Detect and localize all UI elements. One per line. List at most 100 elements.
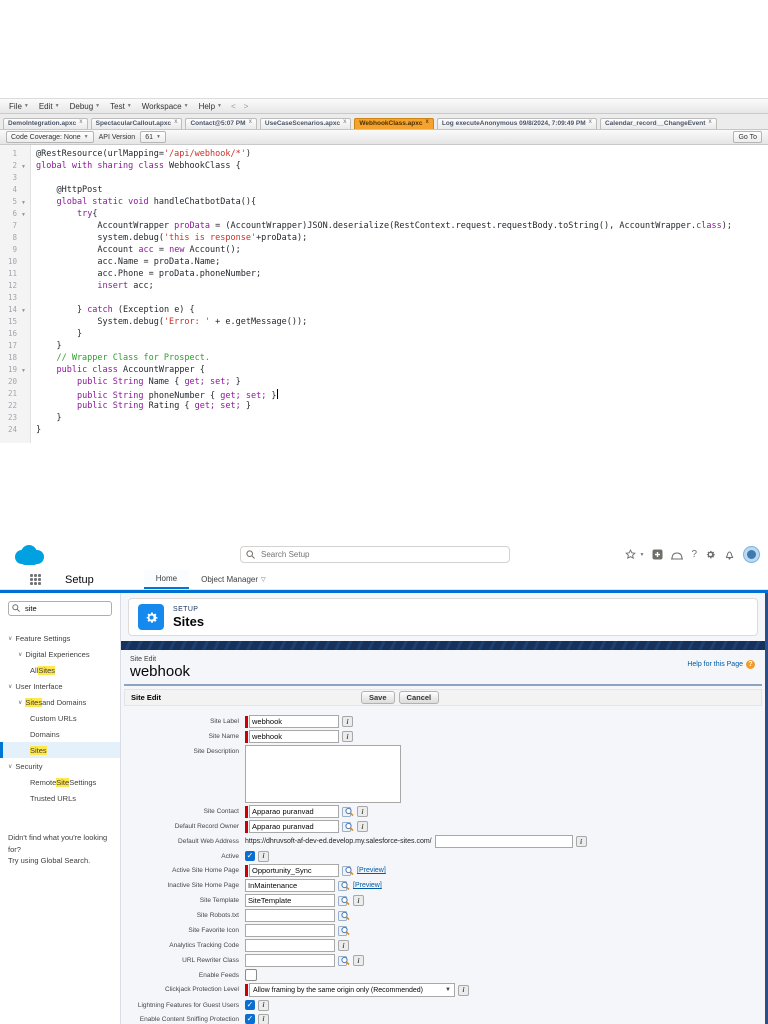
lookup-icon[interactable]: [338, 955, 350, 966]
sidebar-item-domains[interactable]: Domains: [0, 726, 120, 742]
console-tab[interactable]: Calendar_record__ChangeEvent x: [599, 118, 717, 129]
sidebar-item-user-interface[interactable]: ∨ User Interface: [0, 678, 120, 694]
info-icon[interactable]: i: [342, 731, 353, 742]
info-icon[interactable]: i: [575, 836, 587, 847]
sidebar-item-all-sites[interactable]: All Sites: [0, 662, 120, 678]
favorites-caret-icon[interactable]: ▼: [639, 552, 644, 558]
user-avatar[interactable]: [743, 546, 760, 563]
sidebar-item-trusted-urls[interactable]: Trusted URLs: [0, 790, 120, 806]
sidebar-item-feature-settings[interactable]: ∨ Feature Settings: [0, 630, 120, 646]
site-contact-input[interactable]: [249, 805, 339, 818]
inactive-site-home-page-input[interactable]: [245, 879, 335, 892]
active-checkbox[interactable]: ✓: [245, 851, 255, 861]
info-icon[interactable]: i: [357, 821, 368, 832]
nav-forward-arrow[interactable]: >: [240, 102, 253, 111]
lookup-icon[interactable]: [338, 925, 350, 936]
enable-content-sniffing-protection-checkbox[interactable]: ✓: [245, 1014, 255, 1024]
chevron-down-icon[interactable]: ∨: [8, 635, 12, 642]
sidebar-item-security[interactable]: ∨ Security: [0, 758, 120, 774]
menu-workspace[interactable]: Workspace ▼: [137, 102, 194, 111]
trailhead-icon[interactable]: [671, 550, 684, 560]
close-icon[interactable]: x: [343, 119, 346, 125]
lightning-features-for-guest-users-checkbox[interactable]: ✓: [245, 1000, 255, 1010]
menu-help[interactable]: Help ▼: [194, 102, 227, 111]
close-icon[interactable]: x: [589, 119, 592, 125]
fold-arrow-icon[interactable]: ▼: [17, 197, 30, 209]
site-template-input[interactable]: [245, 894, 335, 907]
menu-file[interactable]: File ▼: [4, 102, 34, 111]
info-icon[interactable]: i: [342, 716, 353, 727]
save-button[interactable]: Save: [361, 691, 395, 704]
console-tab[interactable]: WebhookClass.apxc x: [354, 118, 434, 129]
menu-debug[interactable]: Debug ▼: [65, 102, 106, 111]
help-for-this-page-link[interactable]: Help for this Page ?: [687, 660, 755, 669]
app-launcher-waffle-icon[interactable]: [30, 574, 41, 585]
help-icon[interactable]: ?: [691, 549, 697, 560]
sidebar-item-digital-experiences[interactable]: ∨ Digital Experiences: [0, 646, 120, 662]
fold-arrow-icon[interactable]: ▼: [17, 305, 30, 317]
site-favorite-icon-input[interactable]: [245, 924, 335, 937]
info-icon[interactable]: i: [258, 1013, 269, 1024]
tab-home[interactable]: Home: [143, 570, 190, 589]
nav-back-arrow[interactable]: <: [227, 102, 240, 111]
lookup-icon[interactable]: [338, 895, 350, 906]
info-icon[interactable]: i: [353, 895, 364, 906]
sidebar-search-input[interactable]: [23, 603, 108, 614]
add-box-icon[interactable]: [652, 549, 663, 560]
default-record-owner-input[interactable]: [249, 820, 339, 833]
chevron-down-icon[interactable]: ∨: [8, 763, 12, 770]
go-to-button[interactable]: Go To: [733, 131, 762, 143]
close-icon[interactable]: x: [249, 119, 252, 125]
default-web-address-input[interactable]: [434, 835, 573, 848]
lookup-icon[interactable]: [342, 821, 354, 832]
site-name-input[interactable]: [249, 730, 339, 743]
clickjack-protection-level-select[interactable]: Allow framing by the same origin only (R…: [249, 983, 455, 997]
code-editor[interactable]: 1 @RestResource(urlMapping='/api/webhook/…: [0, 145, 768, 443]
preview-link[interactable]: [Preview]: [357, 867, 386, 874]
info-icon[interactable]: i: [258, 850, 269, 862]
sidebar-item-sites-and-domains[interactable]: ∨ Sites and Domains: [0, 694, 120, 710]
fold-arrow-icon[interactable]: ▼: [17, 209, 30, 221]
preview-link[interactable]: [Preview]: [353, 882, 382, 889]
console-tab[interactable]: DemoIntegration.apxc x: [3, 118, 88, 129]
info-icon[interactable]: i: [338, 940, 349, 951]
info-icon[interactable]: i: [258, 999, 269, 1011]
sidebar-item-sites[interactable]: Sites: [0, 742, 120, 758]
code-coverage-dropdown[interactable]: Code Coverage: None ▼: [6, 131, 94, 143]
lookup-icon[interactable]: [342, 806, 354, 817]
lookup-icon[interactable]: [342, 865, 354, 876]
site-robots-txt-input[interactable]: [245, 909, 335, 922]
sidebar-search-box[interactable]: [8, 601, 112, 616]
global-search-box[interactable]: [240, 546, 510, 563]
chevron-down-icon[interactable]: ∨: [8, 683, 12, 690]
enable-feeds-checkbox[interactable]: [245, 969, 257, 981]
site-label-input[interactable]: [249, 715, 339, 728]
api-version-dropdown[interactable]: 61 ▼: [140, 131, 166, 143]
close-icon[interactable]: x: [79, 119, 82, 125]
lookup-icon[interactable]: [338, 910, 350, 921]
lookup-icon[interactable]: [338, 880, 350, 891]
close-icon[interactable]: x: [426, 119, 429, 125]
notifications-bell-icon[interactable]: [724, 549, 735, 560]
fold-arrow-icon[interactable]: ▼: [17, 365, 30, 377]
info-icon[interactable]: i: [353, 955, 364, 966]
menu-test[interactable]: Test ▼: [105, 102, 137, 111]
console-tab[interactable]: Log executeAnonymous 09/8/2024, 7:09:49 …: [436, 118, 597, 129]
tab-object-manager[interactable]: Object Manager ▽: [189, 570, 278, 589]
fold-arrow-icon[interactable]: ▼: [17, 161, 30, 173]
console-tab[interactable]: UseCaseScenarios.apxc x: [259, 118, 352, 129]
chevron-down-icon[interactable]: ∨: [18, 699, 22, 706]
active-site-home-page-input[interactable]: [249, 864, 339, 877]
url-rewriter-class-input[interactable]: [245, 954, 335, 967]
console-tab[interactable]: Contact@5:07 PM x: [185, 118, 257, 129]
info-icon[interactable]: i: [357, 806, 368, 817]
setup-gear-icon[interactable]: [705, 549, 716, 560]
close-icon[interactable]: x: [174, 119, 177, 125]
sidebar-item-custom-urls[interactable]: Custom URLs: [0, 710, 120, 726]
cancel-button[interactable]: Cancel: [398, 691, 440, 704]
menu-edit[interactable]: Edit ▼: [34, 102, 65, 111]
favorites-star-icon[interactable]: [625, 549, 637, 560]
site-description-textarea[interactable]: [245, 745, 401, 803]
sidebar-item-remote-site-settings[interactable]: Remote Site Settings: [0, 774, 120, 790]
info-icon[interactable]: i: [458, 984, 469, 996]
